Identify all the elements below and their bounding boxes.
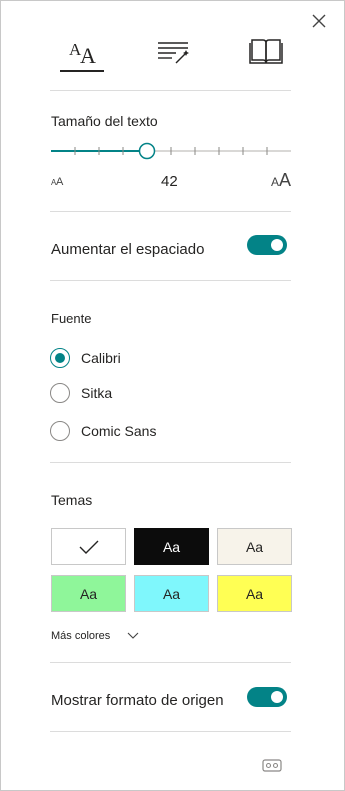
more-colors-label: Más colores [51, 630, 111, 642]
radio-button [50, 383, 70, 403]
tab-text-preferences[interactable]: A A [54, 29, 110, 73]
divider [50, 211, 291, 212]
chevron-down-icon [127, 632, 139, 639]
large-text-icon: A A [271, 170, 291, 187]
theme-swatch-text: Aa [79, 585, 98, 602]
radio-button [50, 421, 70, 441]
spacing-label: Aumentar el espaciado [51, 241, 205, 258]
font-option-label: Calibri [81, 350, 121, 366]
more-colors-button[interactable]: Más colores [51, 627, 139, 645]
divider [50, 462, 291, 463]
font-option-sitka[interactable]: Sitka [50, 382, 112, 404]
theme-swatch-green[interactable]: Aa [51, 575, 126, 612]
tab-grammar-options[interactable] [145, 29, 201, 73]
toggle-knob [271, 239, 283, 251]
themes-label: Temas [51, 492, 93, 508]
theme-swatch-text: Aa [162, 585, 181, 602]
text-size-slider[interactable] [51, 139, 291, 163]
svg-text:A: A [56, 176, 64, 186]
font-option-comic-sans[interactable]: Comic Sans [50, 420, 156, 442]
theme-swatch-text: Aa [245, 538, 264, 555]
font-label: Fuente [51, 311, 92, 326]
theme-swatch-cream[interactable]: Aa [217, 528, 292, 565]
source-format-toggle[interactable] [247, 687, 287, 707]
immersive-reader-settings-panel: A A Tamaño del texto A A 42 A A Aumentar… [0, 0, 345, 791]
book-icon [249, 39, 283, 64]
toggle-knob [271, 691, 283, 703]
font-option-label: Sitka [81, 385, 113, 401]
theme-swatch-text: Aa [162, 538, 181, 555]
theme-swatch-white[interactable] [51, 528, 126, 565]
divider [50, 90, 291, 91]
text-size-icon: A A [69, 40, 96, 66]
font-option-label: Comic Sans [81, 423, 157, 439]
radio-button-selected [50, 348, 70, 368]
slider-thumb [138, 142, 156, 160]
settings-tabs: A A [1, 29, 345, 77]
grammar-wand-icon [158, 42, 189, 64]
text-size-value: 42 [161, 173, 178, 190]
source-format-label: Mostrar formato de origen [51, 692, 224, 709]
divider [50, 731, 291, 732]
spacing-toggle[interactable] [247, 235, 287, 255]
theme-swatch-text: Aa [245, 585, 264, 602]
theme-swatch-cyan[interactable]: Aa [134, 575, 209, 612]
theme-swatch-black[interactable]: Aa [134, 528, 209, 565]
check-icon [79, 540, 98, 554]
immersive-reader-icon[interactable] [262, 759, 282, 773]
small-text-icon: A A [51, 176, 64, 186]
text-size-label: Tamaño del texto [51, 113, 158, 129]
svg-text:A: A [80, 43, 96, 66]
selected-tab-indicator [60, 70, 104, 72]
divider [50, 280, 291, 281]
tab-reading-preferences[interactable] [238, 29, 294, 73]
svg-text:A: A [271, 175, 279, 187]
font-option-calibri[interactable]: Calibri [50, 347, 121, 369]
divider [50, 662, 291, 663]
svg-text:A: A [279, 170, 291, 187]
theme-swatch-yellow[interactable]: Aa [217, 575, 292, 612]
slider-track [51, 142, 291, 160]
